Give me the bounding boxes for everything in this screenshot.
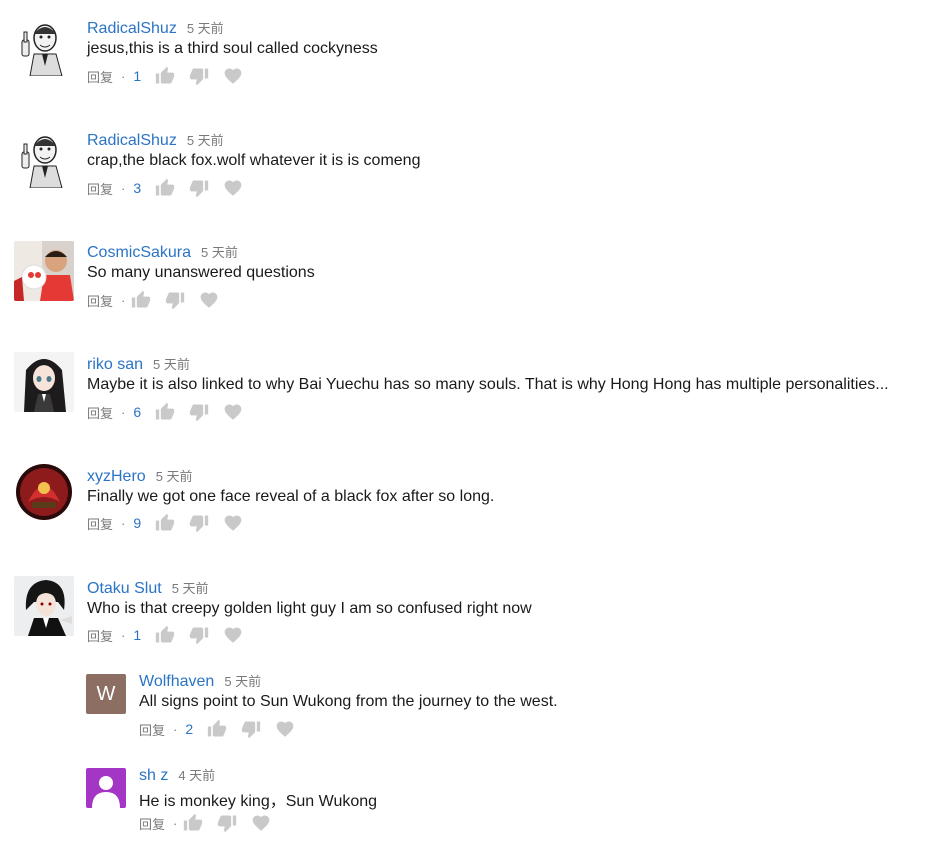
comment-text: jesus,this is a third soul called cockyn…: [87, 40, 378, 57]
thumbs-up-icon[interactable]: [155, 66, 175, 86]
like-count: 2: [185, 721, 194, 737]
comment-text: He is monkey king，Sun Wukong: [139, 793, 378, 810]
comment-header: Otaku Slut 5 天前: [87, 578, 209, 598]
heart-icon[interactable]: [223, 402, 243, 422]
thumbs-up-icon[interactable]: [207, 719, 227, 739]
comment-author[interactable]: Otaku Slut: [87, 580, 162, 597]
comment-author[interactable]: RadicalShuz: [87, 20, 177, 37]
comment-author[interactable]: Wolfhaven: [139, 673, 214, 690]
thumbs-down-icon[interactable]: [165, 290, 185, 310]
reply-button[interactable]: 回复: [139, 720, 165, 739]
comment-actions: 回复 ·: [139, 812, 285, 834]
thumbs-up-icon[interactable]: [155, 178, 175, 198]
separator-dot: ·: [121, 627, 126, 643]
reply-button[interactable]: 回复: [87, 67, 113, 86]
heart-icon[interactable]: [223, 625, 243, 645]
separator-dot: ·: [173, 721, 178, 737]
thumbs-up-icon[interactable]: [155, 625, 175, 645]
comment-text: Finally we got one face reveal of a blac…: [87, 488, 495, 505]
separator-dot: ·: [121, 292, 126, 308]
separator-dot: ·: [121, 515, 126, 531]
comment-author[interactable]: riko san: [87, 356, 143, 373]
comment-time[interactable]: 5 天前: [224, 674, 261, 689]
like-count: 1: [133, 68, 142, 84]
reply-button[interactable]: 回复: [87, 403, 113, 422]
comment-header: xyzHero 5 天前: [87, 466, 193, 486]
heart-icon[interactable]: [223, 178, 243, 198]
comment-author[interactable]: RadicalShuz: [87, 132, 177, 149]
comment-actions: 回复 · 6: [87, 401, 257, 423]
comment-author[interactable]: sh z: [139, 767, 168, 784]
heart-icon[interactable]: [199, 290, 219, 310]
comment-header: sh z 4 天前: [139, 765, 215, 785]
comment-header: RadicalShuz 5 天前: [87, 130, 224, 150]
comment-header: RadicalShuz 5 天前: [87, 18, 224, 38]
thumbs-up-icon[interactable]: [155, 402, 175, 422]
comment-time[interactable]: 5 天前: [156, 469, 193, 484]
comment-header: riko san 5 天前: [87, 354, 190, 374]
person-with-plush-avatar[interactable]: [14, 241, 74, 301]
anime-girl-avatar[interactable]: [14, 352, 74, 412]
like-count: 3: [133, 180, 142, 196]
comment-time[interactable]: 5 天前: [201, 245, 238, 260]
comment-actions: 回复 ·: [87, 289, 233, 311]
thumbs-up-icon[interactable]: [155, 513, 175, 533]
comment-header: CosmicSakura 5 天前: [87, 242, 238, 262]
reply-button[interactable]: 回复: [87, 514, 113, 533]
comment-header: Wolfhaven 5 天前: [139, 671, 261, 691]
comment-actions: 回复 · 3: [87, 177, 257, 199]
heart-icon[interactable]: [223, 66, 243, 86]
comment-text: Who is that creepy golden light guy I am…: [87, 600, 532, 617]
comment-text: crap,the black fox.wolf whatever it is i…: [87, 152, 421, 169]
comment-time[interactable]: 4 天前: [178, 768, 215, 783]
thumbs-down-icon[interactable]: [217, 813, 237, 833]
thumbs-down-icon[interactable]: [189, 66, 209, 86]
comment-time[interactable]: 5 天前: [153, 357, 190, 372]
heart-icon[interactable]: [275, 719, 295, 739]
comment-actions: 回复 · 1: [87, 65, 257, 87]
thumbs-down-icon[interactable]: [189, 513, 209, 533]
comment-text: Maybe it is also linked to why Bai Yuech…: [87, 376, 889, 393]
separator-dot: ·: [121, 180, 126, 196]
meme-man-thumbs-up-avatar[interactable]: [12, 16, 72, 76]
comment-text: So many unanswered questions: [87, 264, 315, 281]
meme-man-thumbs-up-avatar[interactable]: [12, 128, 72, 188]
letter-avatar[interactable]: W: [86, 674, 126, 714]
heart-icon[interactable]: [251, 813, 271, 833]
heart-icon[interactable]: [223, 513, 243, 533]
thumbs-down-icon[interactable]: [241, 719, 261, 739]
thumbs-up-icon[interactable]: [131, 290, 151, 310]
comment-author[interactable]: CosmicSakura: [87, 244, 191, 261]
separator-dot: ·: [173, 815, 178, 831]
reply-button[interactable]: 回复: [87, 291, 113, 310]
comment-author[interactable]: xyzHero: [87, 468, 146, 485]
comment-actions: 回复 · 9: [87, 512, 257, 534]
reply-button[interactable]: 回复: [87, 626, 113, 645]
red-emblem-avatar[interactable]: [14, 462, 74, 522]
comment-actions: 回复 · 1: [87, 624, 257, 646]
avatar-letter: W: [96, 682, 116, 705]
like-count: 6: [133, 404, 142, 420]
comment-time[interactable]: 5 天前: [187, 133, 224, 148]
comment-time[interactable]: 5 天前: [172, 581, 209, 596]
separator-dot: ·: [121, 404, 126, 420]
comment-time[interactable]: 5 天前: [187, 21, 224, 36]
anime-butler-avatar[interactable]: [14, 576, 74, 636]
reply-button[interactable]: 回复: [87, 179, 113, 198]
separator-dot: ·: [121, 68, 126, 84]
thumbs-down-icon[interactable]: [189, 178, 209, 198]
like-count: 1: [133, 627, 142, 643]
comment-actions: 回复 · 2: [139, 718, 309, 740]
thumbs-down-icon[interactable]: [189, 402, 209, 422]
thumbs-up-icon[interactable]: [183, 813, 203, 833]
reply-button[interactable]: 回复: [139, 814, 165, 833]
comment-text: All signs point to Sun Wukong from the j…: [139, 693, 558, 710]
like-count: 9: [133, 515, 142, 531]
default-user-avatar[interactable]: [86, 768, 126, 808]
thumbs-down-icon[interactable]: [189, 625, 209, 645]
